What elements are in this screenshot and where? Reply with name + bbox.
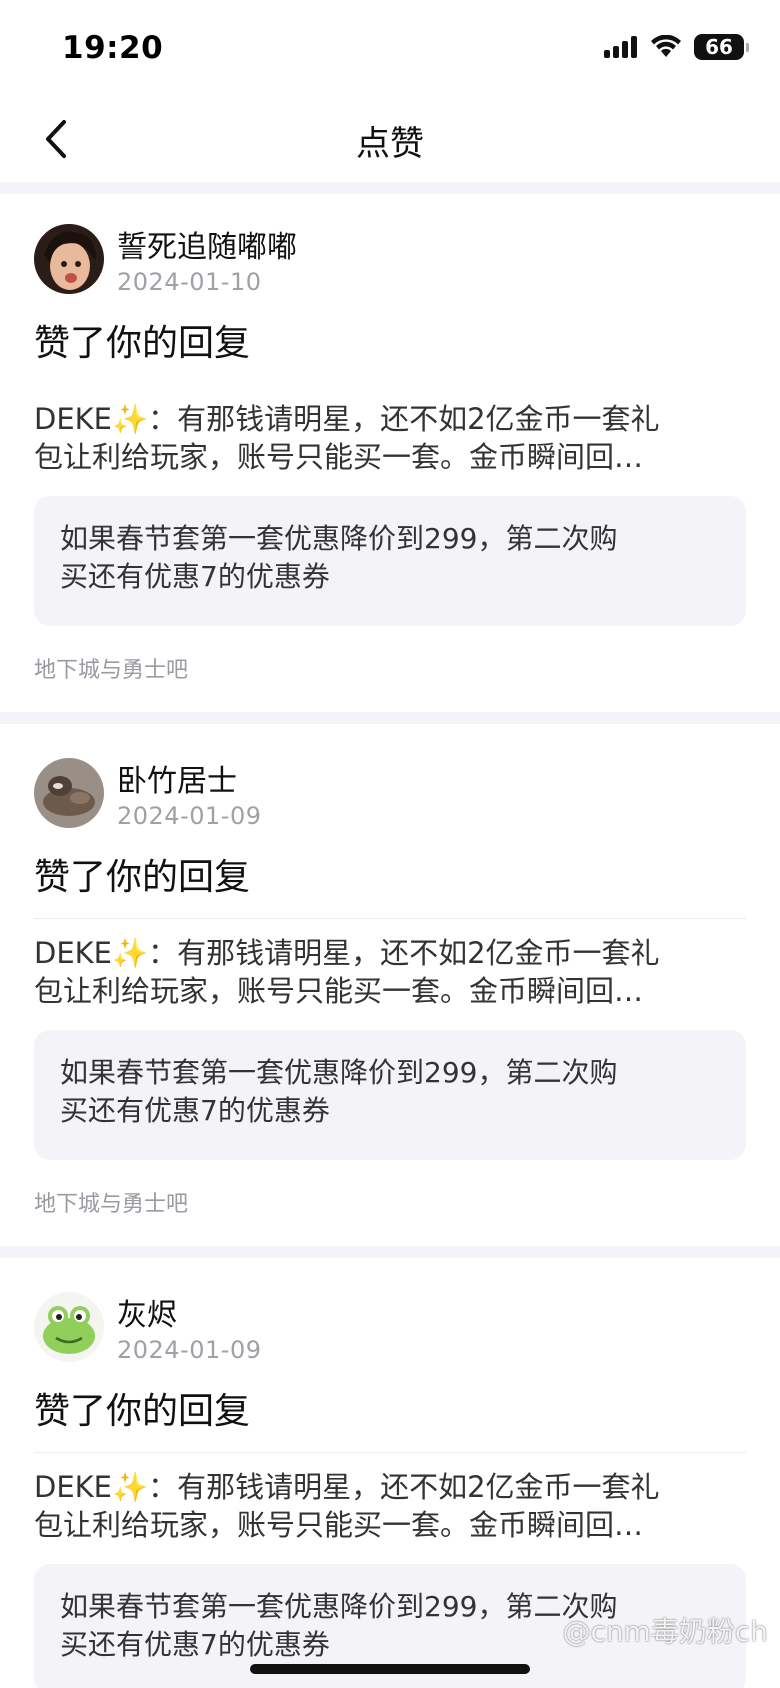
date: 2024-01-10 — [117, 268, 262, 296]
reply-preview[interactable]: DEKE✨：有那钱请明星，还不如2亿金币一套礼 包让利给玩家，账号只能买一套。金… — [34, 400, 746, 476]
avatar[interactable] — [34, 224, 104, 294]
username[interactable]: 誓死追随嘟嘟 — [117, 222, 297, 266]
quote-line: 如果春节套第一套优惠降价到299，第二次购 — [60, 522, 618, 555]
action-text: 赞了你的回复 — [34, 1391, 251, 1432]
divider — [34, 1452, 746, 1453]
reply-line: 包让利给玩家，账号只能买一套。金币瞬间回… — [34, 1508, 644, 1542]
page-title: 点赞 — [356, 124, 424, 164]
date: 2024-01-09 — [117, 1336, 262, 1364]
user-avatar-image — [34, 1292, 104, 1362]
reply-line: 包让利给玩家，账号只能买一套。金币瞬间回… — [34, 974, 644, 1008]
status-icons: 66 — [604, 34, 749, 60]
divider — [34, 918, 746, 919]
like-notification[interactable]: 誓死追随嘟嘟 2024-01-10 赞了你的回复 DEKE✨：有那钱请明星，还不… — [0, 194, 780, 712]
reply-line: DEKE✨：有那钱请明星，还不如2亿金币一套礼 — [34, 1470, 660, 1504]
forum-link[interactable]: 地下城与勇士吧 — [34, 652, 188, 684]
quoted-post[interactable]: 如果春节套第一套优惠降价到299，第二次购 买还有优惠7的优惠券 — [34, 496, 746, 626]
likes-page: 19:20 66 点赞 誓死追随嘟嘟 2024-01-10 赞了你的回复 DEK… — [0, 0, 780, 1688]
nav-bar: 点赞 — [0, 96, 780, 182]
wifi-icon — [651, 35, 681, 57]
reply-preview[interactable]: DEKE✨：有那钱请明星，还不如2亿金币一套礼 包让利给玩家，账号只能买一套。金… — [34, 1468, 746, 1544]
quote-line: 买还有优惠7的优惠券 — [60, 1094, 330, 1127]
action-text: 赞了你的回复 — [34, 857, 251, 898]
user-avatar-image — [34, 758, 104, 828]
section-separator — [0, 182, 780, 194]
like-notification[interactable]: 卧竹居士 2024-01-09 赞了你的回复 DEKE✨：有那钱请明星，还不如2… — [0, 724, 780, 1246]
reply-line: 包让利给玩家，账号只能买一套。金币瞬间回… — [34, 440, 644, 474]
reply-preview[interactable]: DEKE✨：有那钱请明星，还不如2亿金币一套礼 包让利给玩家，账号只能买一套。金… — [34, 934, 746, 1010]
date: 2024-01-09 — [117, 802, 262, 830]
cellular-signal-icon — [604, 36, 637, 58]
section-separator — [0, 712, 780, 724]
status-bar: 19:20 66 — [0, 0, 780, 96]
watermark: @cnm毒奶粉ch — [562, 1615, 768, 1648]
battery-level: 66 — [705, 35, 733, 59]
home-indicator[interactable] — [250, 1664, 530, 1674]
avatar[interactable] — [34, 758, 104, 828]
status-time: 19:20 — [62, 30, 164, 66]
reply-line: DEKE✨：有那钱请明星，还不如2亿金币一套礼 — [34, 402, 660, 436]
username[interactable]: 灰烬 — [117, 1290, 177, 1334]
user-avatar-image — [34, 224, 104, 294]
battery-icon: 66 — [694, 34, 749, 60]
reply-line: DEKE✨：有那钱请明星，还不如2亿金币一套礼 — [34, 936, 660, 970]
section-separator — [0, 1246, 780, 1258]
avatar[interactable] — [34, 1292, 104, 1362]
quoted-post[interactable]: 如果春节套第一套优惠降价到299，第二次购 买还有优惠7的优惠券 — [34, 1030, 746, 1160]
quote-line: 买还有优惠7的优惠券 — [60, 560, 330, 593]
action-text: 赞了你的回复 — [34, 323, 251, 364]
forum-link[interactable]: 地下城与勇士吧 — [34, 1186, 188, 1218]
quote-line: 如果春节套第一套优惠降价到299，第二次购 — [60, 1056, 618, 1089]
username[interactable]: 卧竹居士 — [117, 756, 237, 800]
